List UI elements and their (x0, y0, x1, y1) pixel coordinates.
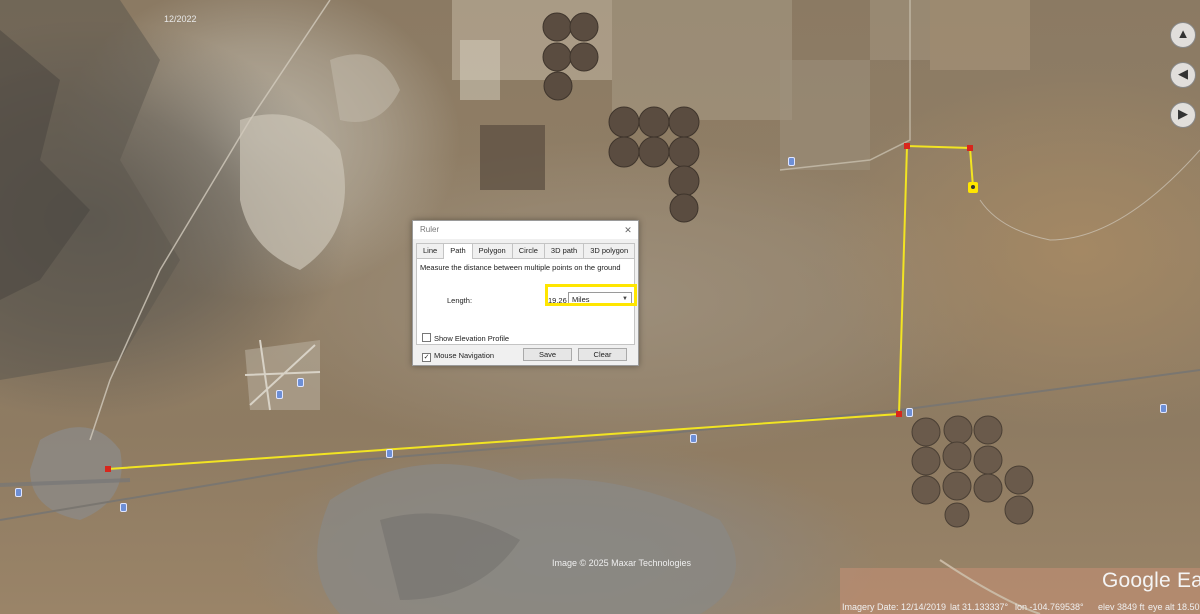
save-button[interactable]: Save (523, 348, 572, 361)
longitude-readout: lon -104.769538° (1015, 602, 1084, 612)
length-highlight-box (545, 284, 637, 306)
tab-line[interactable]: Line (416, 243, 445, 258)
checkbox-icon[interactable] (422, 333, 431, 342)
place-marker-icon[interactable] (120, 503, 127, 512)
latitude-readout: lat 31.133337° (950, 602, 1009, 612)
chevron-up-icon[interactable]: ▲ (1170, 22, 1196, 48)
eye-altitude-readout: eye alt 18.50 (1148, 602, 1200, 612)
place-marker-icon[interactable] (297, 378, 304, 387)
tab-circle[interactable]: Circle (511, 243, 545, 258)
historical-date: 12/2022 (164, 14, 197, 24)
show-elevation-profile-checkbox[interactable]: Show Elevation Profile (422, 333, 509, 343)
tab-path[interactable]: Path (443, 243, 473, 259)
place-marker-icon[interactable] (690, 434, 697, 443)
place-marker-icon[interactable] (386, 449, 393, 458)
show-elevation-profile-label: Show Elevation Profile (434, 334, 510, 343)
place-marker-icon[interactable] (1160, 404, 1167, 413)
google-earth-logo: Google Earth (1102, 569, 1200, 592)
imagery-date: Imagery Date: 12/14/2019 (842, 602, 947, 612)
clear-button[interactable]: Clear (578, 348, 627, 361)
place-marker-icon[interactable] (788, 157, 795, 166)
checkmark-icon[interactable]: ✓ (422, 353, 431, 362)
tab-3d-polygon[interactable]: 3D polygon (583, 243, 636, 258)
imagery-attribution: Image © 2025 Maxar Technologies (552, 558, 692, 568)
path-description: Measure the distance between multiple po… (420, 263, 621, 272)
length-label: Length: (447, 296, 473, 305)
path-panel: Measure the distance between multiple po… (416, 258, 637, 345)
place-marker-icon[interactable] (15, 488, 22, 497)
elevation-readout: elev 3849 ft (1098, 602, 1145, 612)
mouse-navigation-checkbox[interactable]: ✓ Mouse Navigation (422, 351, 494, 362)
ruler-tabs: Line Path Polygon Circle 3D path 3D poly… (416, 243, 636, 259)
place-marker-icon[interactable] (906, 408, 913, 417)
status-bar: Imagery Date: 12/14/2019 lat 31.133337° … (0, 602, 1200, 614)
dialog-titlebar[interactable]: Ruler ✕ (413, 221, 638, 239)
close-icon[interactable]: ✕ (622, 224, 634, 236)
tab-polygon[interactable]: Polygon (471, 243, 513, 258)
dialog-title: Ruler (420, 225, 440, 234)
tab-3d-path[interactable]: 3D path (543, 243, 585, 258)
chevron-left-icon[interactable]: ◀ (1170, 62, 1196, 88)
chevron-right-icon[interactable]: ▶ (1170, 102, 1196, 128)
mouse-navigation-label: Mouse Navigation (434, 351, 495, 360)
ruler-dialog: Ruler ✕ Line Path Polygon Circle 3D path… (412, 220, 639, 366)
place-marker-icon[interactable] (276, 390, 283, 399)
